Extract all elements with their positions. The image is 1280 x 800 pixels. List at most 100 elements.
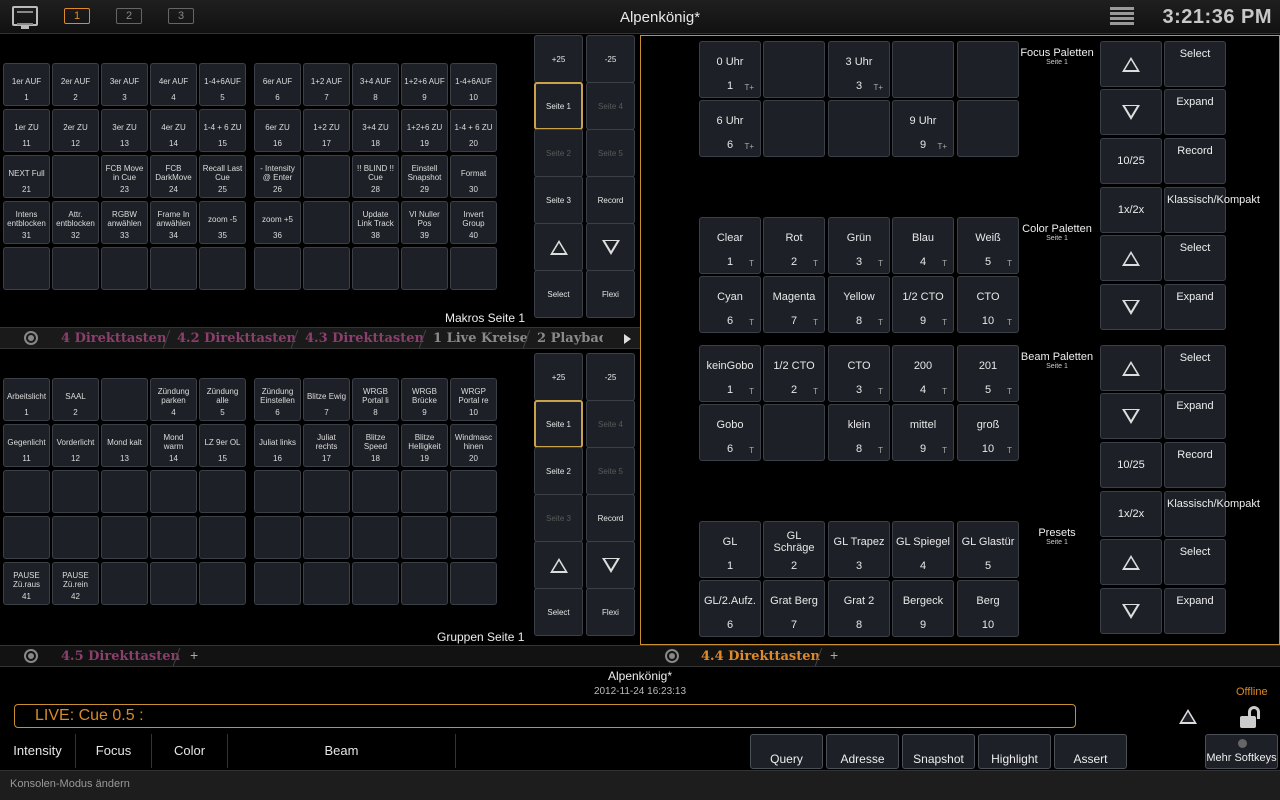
tile-macros-45[interactable] xyxy=(199,247,246,290)
palette-focus-3[interactable]: 3 Uhr 3 T+ xyxy=(828,41,890,98)
palette-color-6[interactable]: Cyan 6 T xyxy=(699,276,761,333)
tile-macros-30[interactable]: Format 30 xyxy=(450,155,497,198)
tab-4-2-direkttasten[interactable]: 4.2 Direkttasten xyxy=(177,331,296,346)
tab-beam[interactable]: Beam xyxy=(228,734,456,768)
tab-4-direkttasten[interactable]: 4 Direkttasten xyxy=(61,331,166,346)
tile-macros-4[interactable]: 4er AUF 4 xyxy=(150,63,197,106)
record-button[interactable]: Record xyxy=(1164,442,1226,488)
console-mode-link[interactable]: Konsolen-Modus ändern xyxy=(10,778,130,790)
gear-icon[interactable] xyxy=(665,649,679,663)
palette-focus-2[interactable] xyxy=(763,41,825,98)
palette-focus-8[interactable] xyxy=(828,100,890,157)
tile-macros-43[interactable] xyxy=(101,247,148,290)
tab-focus[interactable]: Focus xyxy=(76,734,152,768)
tile-groups-6[interactable]: Zündung Einstellen 6 xyxy=(254,378,301,421)
flexi-button[interactable]: Flexi xyxy=(586,588,635,636)
tile-groups-34[interactable] xyxy=(150,516,197,559)
tab-intensity[interactable]: Intensity xyxy=(0,734,76,768)
tile-macros-13[interactable]: 3er ZU 13 xyxy=(101,109,148,152)
palette-focus-4[interactable] xyxy=(892,41,954,98)
tile-macros-15[interactable]: 1-4 + 6 ZU 15 xyxy=(199,109,246,152)
tile-groups-14[interactable]: Mond warm 14 xyxy=(150,424,197,467)
record-button[interactable]: Record xyxy=(586,176,635,224)
ratio-button[interactable]: 10/25 xyxy=(1100,138,1162,184)
tile-macros-21[interactable]: NEXT Full 21 xyxy=(3,155,50,198)
tile-macros-48[interactable] xyxy=(352,247,399,290)
zoom-button[interactable]: 1x/2x xyxy=(1100,491,1162,537)
tile-groups-38[interactable] xyxy=(352,516,399,559)
page-up-button[interactable] xyxy=(534,223,583,271)
tile-macros-40[interactable]: Invert Group 40 xyxy=(450,201,497,244)
seite-5-button[interactable]: Seite 5 xyxy=(586,129,635,177)
select-button[interactable]: Select xyxy=(1164,539,1226,585)
tile-groups-3[interactable] xyxy=(101,378,148,421)
page-down-button[interactable] xyxy=(586,223,635,271)
tab-live-kreise[interactable]: 1 Live Kreise xyxy=(433,331,528,346)
select-button[interactable]: Select xyxy=(1164,235,1226,281)
page-up-button[interactable] xyxy=(534,541,583,589)
palette-beam-1[interactable]: keinGobo 1 T xyxy=(699,345,761,402)
tile-macros-9[interactable]: 1+2+6 AUF 9 xyxy=(401,63,448,106)
palette-page-up-button[interactable] xyxy=(1100,539,1162,585)
tile-groups-18[interactable]: Blitze Speed 18 xyxy=(352,424,399,467)
select-button[interactable]: Select xyxy=(534,270,583,318)
tile-groups-16[interactable]: Juliat links 16 xyxy=(254,424,301,467)
tile-macros-29[interactable]: Einstell Snapshot 29 xyxy=(401,155,448,198)
more-softkeys-button[interactable]: Mehr Softkeys xyxy=(1205,734,1278,769)
tile-macros-6[interactable]: 6er AUF 6 xyxy=(254,63,301,106)
tile-macros-11[interactable]: 1er ZU 11 xyxy=(3,109,50,152)
tile-groups-13[interactable]: Mond kalt 13 xyxy=(101,424,148,467)
palette-color-2[interactable]: Rot 2 T xyxy=(763,217,825,274)
tile-groups-28[interactable] xyxy=(352,470,399,513)
gear-icon[interactable] xyxy=(24,331,38,345)
tile-groups-20[interactable]: Windmasc hinen 20 xyxy=(450,424,497,467)
up-arrow-icon[interactable] xyxy=(1179,709,1197,724)
desk-1-button[interactable]: 1 xyxy=(64,8,90,24)
query-softkey[interactable]: Query xyxy=(750,734,823,769)
palette-page-up-button[interactable] xyxy=(1100,345,1162,391)
tile-macros-42[interactable] xyxy=(52,247,99,290)
expand-button[interactable]: Expand xyxy=(1164,284,1226,330)
tile-groups-47[interactable] xyxy=(303,562,350,605)
plus-25-button[interactable]: +25 xyxy=(534,35,583,83)
tab-4-3-direkttasten[interactable]: 4.3 Direkttasten xyxy=(305,331,424,346)
palette-page-down-button[interactable] xyxy=(1100,393,1162,439)
tile-groups-17[interactable]: Juliat rechts 17 xyxy=(303,424,350,467)
tab-playback[interactable]: 2 Playbac xyxy=(537,331,603,346)
palette-presets-1[interactable]: GL 1 xyxy=(699,521,761,578)
add-tab-icon[interactable]: + xyxy=(190,647,198,663)
add-tab-icon[interactable]: + xyxy=(830,647,838,663)
palette-beam-5[interactable]: 201 5 T xyxy=(957,345,1019,402)
seite-1-button[interactable]: Seite 1 xyxy=(534,82,583,130)
palette-color-5[interactable]: Weiß 5 T xyxy=(957,217,1019,274)
tile-groups-10[interactable]: WRGP Portal re 10 xyxy=(450,378,497,421)
tab-4-4-direkttasten[interactable]: 4.4 Direkttasten xyxy=(701,649,820,664)
palette-color-1[interactable]: Clear 1 T xyxy=(699,217,761,274)
gear-icon[interactable] xyxy=(24,649,38,663)
tile-macros-1[interactable]: 1er AUF 1 xyxy=(3,63,50,106)
tile-macros-44[interactable] xyxy=(150,247,197,290)
unlock-icon[interactable] xyxy=(1240,706,1264,730)
tile-macros-2[interactable]: 2er AUF 2 xyxy=(52,63,99,106)
seite-4-button[interactable]: Seite 4 xyxy=(586,82,635,130)
tile-groups-30[interactable] xyxy=(450,470,497,513)
tab-scroll-right-icon[interactable] xyxy=(624,334,631,344)
select-button[interactable]: Select xyxy=(1164,345,1226,391)
tile-macros-20[interactable]: 1-4 + 6 ZU 20 xyxy=(450,109,497,152)
tile-groups-12[interactable]: Vorderlicht 12 xyxy=(52,424,99,467)
tile-groups-29[interactable] xyxy=(401,470,448,513)
palette-beam-9[interactable]: mittel 9 T xyxy=(892,404,954,461)
seite-5-button[interactable]: Seite 5 xyxy=(586,447,635,495)
palette-page-down-button[interactable] xyxy=(1100,89,1162,135)
tile-groups-23[interactable] xyxy=(101,470,148,513)
palette-presets-10[interactable]: Berg 10 xyxy=(957,580,1019,637)
palette-page-up-button[interactable] xyxy=(1100,235,1162,281)
tile-groups-25[interactable] xyxy=(199,470,246,513)
expand-button[interactable]: Expand xyxy=(1164,588,1226,634)
tile-groups-31[interactable] xyxy=(3,516,50,559)
seite-2-button[interactable]: Seite 2 xyxy=(534,129,583,177)
adresse-softkey[interactable]: Adresse xyxy=(826,734,899,769)
tile-groups-44[interactable] xyxy=(150,562,197,605)
tile-macros-34[interactable]: Frame In anwählen 34 xyxy=(150,201,197,244)
highlight-softkey[interactable]: Highlight xyxy=(978,734,1051,769)
